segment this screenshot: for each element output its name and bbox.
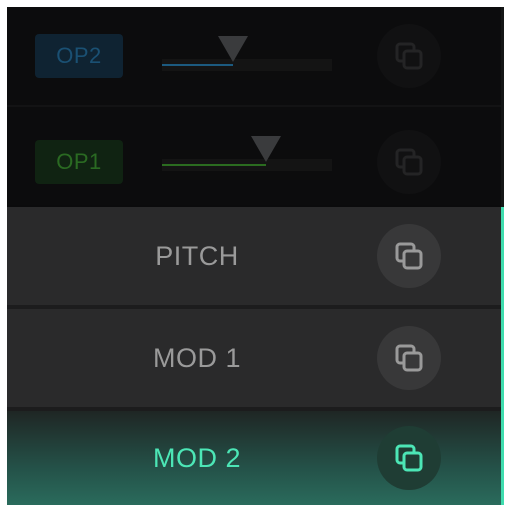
copy-icon bbox=[395, 242, 423, 270]
copy-button[interactable] bbox=[377, 130, 441, 194]
copy-button[interactable] bbox=[377, 24, 441, 88]
copy-icon bbox=[395, 148, 423, 176]
tab-mod1[interactable]: MOD 1 bbox=[7, 309, 501, 407]
tab-label: MOD 2 bbox=[152, 442, 241, 473]
copy-icon bbox=[395, 344, 423, 372]
operator-level-slider[interactable] bbox=[162, 136, 332, 171]
operator-row-op1: OP1 bbox=[7, 107, 501, 205]
tab-label: PITCH bbox=[155, 240, 239, 271]
tab-pitch[interactable]: PITCH bbox=[7, 207, 501, 305]
tab-label: MOD 1 bbox=[152, 342, 241, 373]
copy-button[interactable] bbox=[377, 224, 441, 288]
operator-row-op2: OP2 bbox=[7, 7, 501, 107]
operator-badge[interactable]: OP2 bbox=[35, 34, 123, 78]
active-indicator bbox=[501, 207, 504, 505]
operator-level-slider[interactable] bbox=[162, 36, 332, 71]
triangle-down-icon[interactable] bbox=[250, 136, 281, 162]
copy-icon bbox=[395, 444, 423, 472]
copy-button[interactable] bbox=[377, 326, 441, 390]
slider-fill bbox=[162, 64, 234, 66]
copy-button[interactable] bbox=[377, 426, 441, 490]
panel-edge bbox=[501, 7, 504, 505]
operator-badge[interactable]: OP1 bbox=[35, 140, 123, 184]
envelope-panel: OP2 OP1 PITCH MOD 1 MOD 2 bbox=[7, 7, 501, 505]
slider-fill bbox=[162, 164, 266, 166]
triangle-down-icon[interactable] bbox=[218, 36, 249, 62]
copy-icon bbox=[395, 42, 423, 70]
tab-mod2[interactable]: MOD 2 bbox=[7, 411, 501, 505]
